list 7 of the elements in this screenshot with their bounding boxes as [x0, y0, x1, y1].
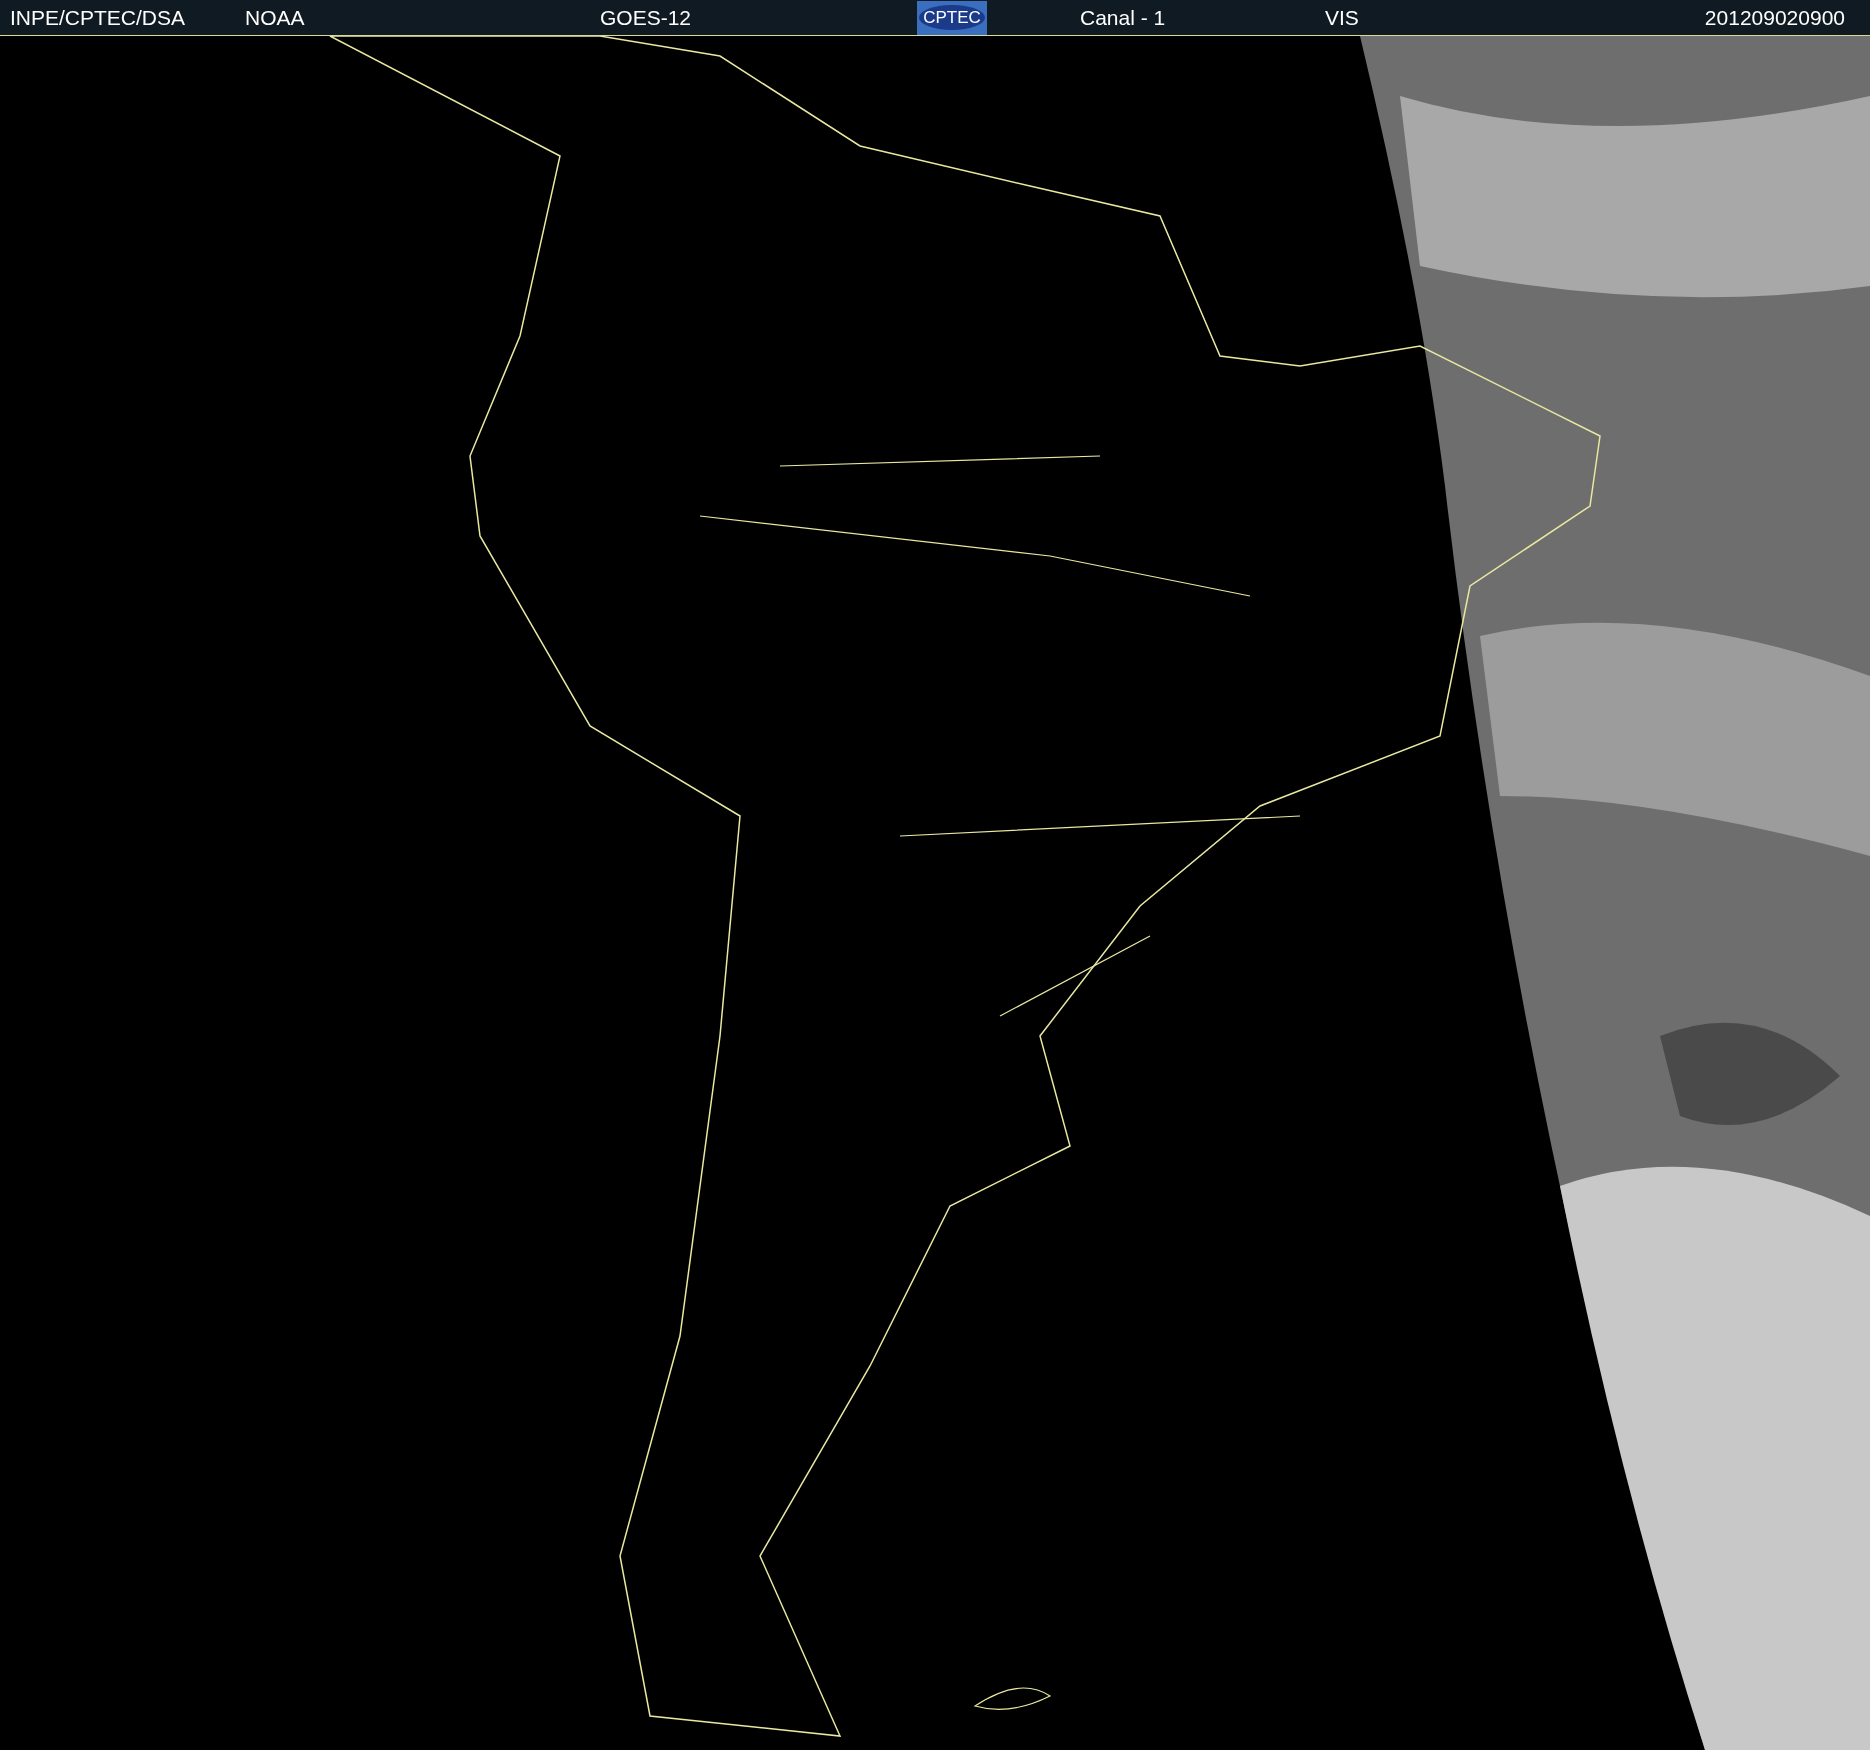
- agency-label: INPE/CPTEC/DSA: [10, 4, 187, 31]
- channel-label: Canal - 1: [1080, 4, 1167, 31]
- timestamp-label: 201209020900: [1704, 4, 1845, 31]
- band-label: VIS: [1325, 4, 1359, 31]
- satellite-label: GOES-12: [600, 4, 693, 31]
- logo: CPTEC: [917, 0, 987, 35]
- agency-label: NOAA: [245, 4, 306, 31]
